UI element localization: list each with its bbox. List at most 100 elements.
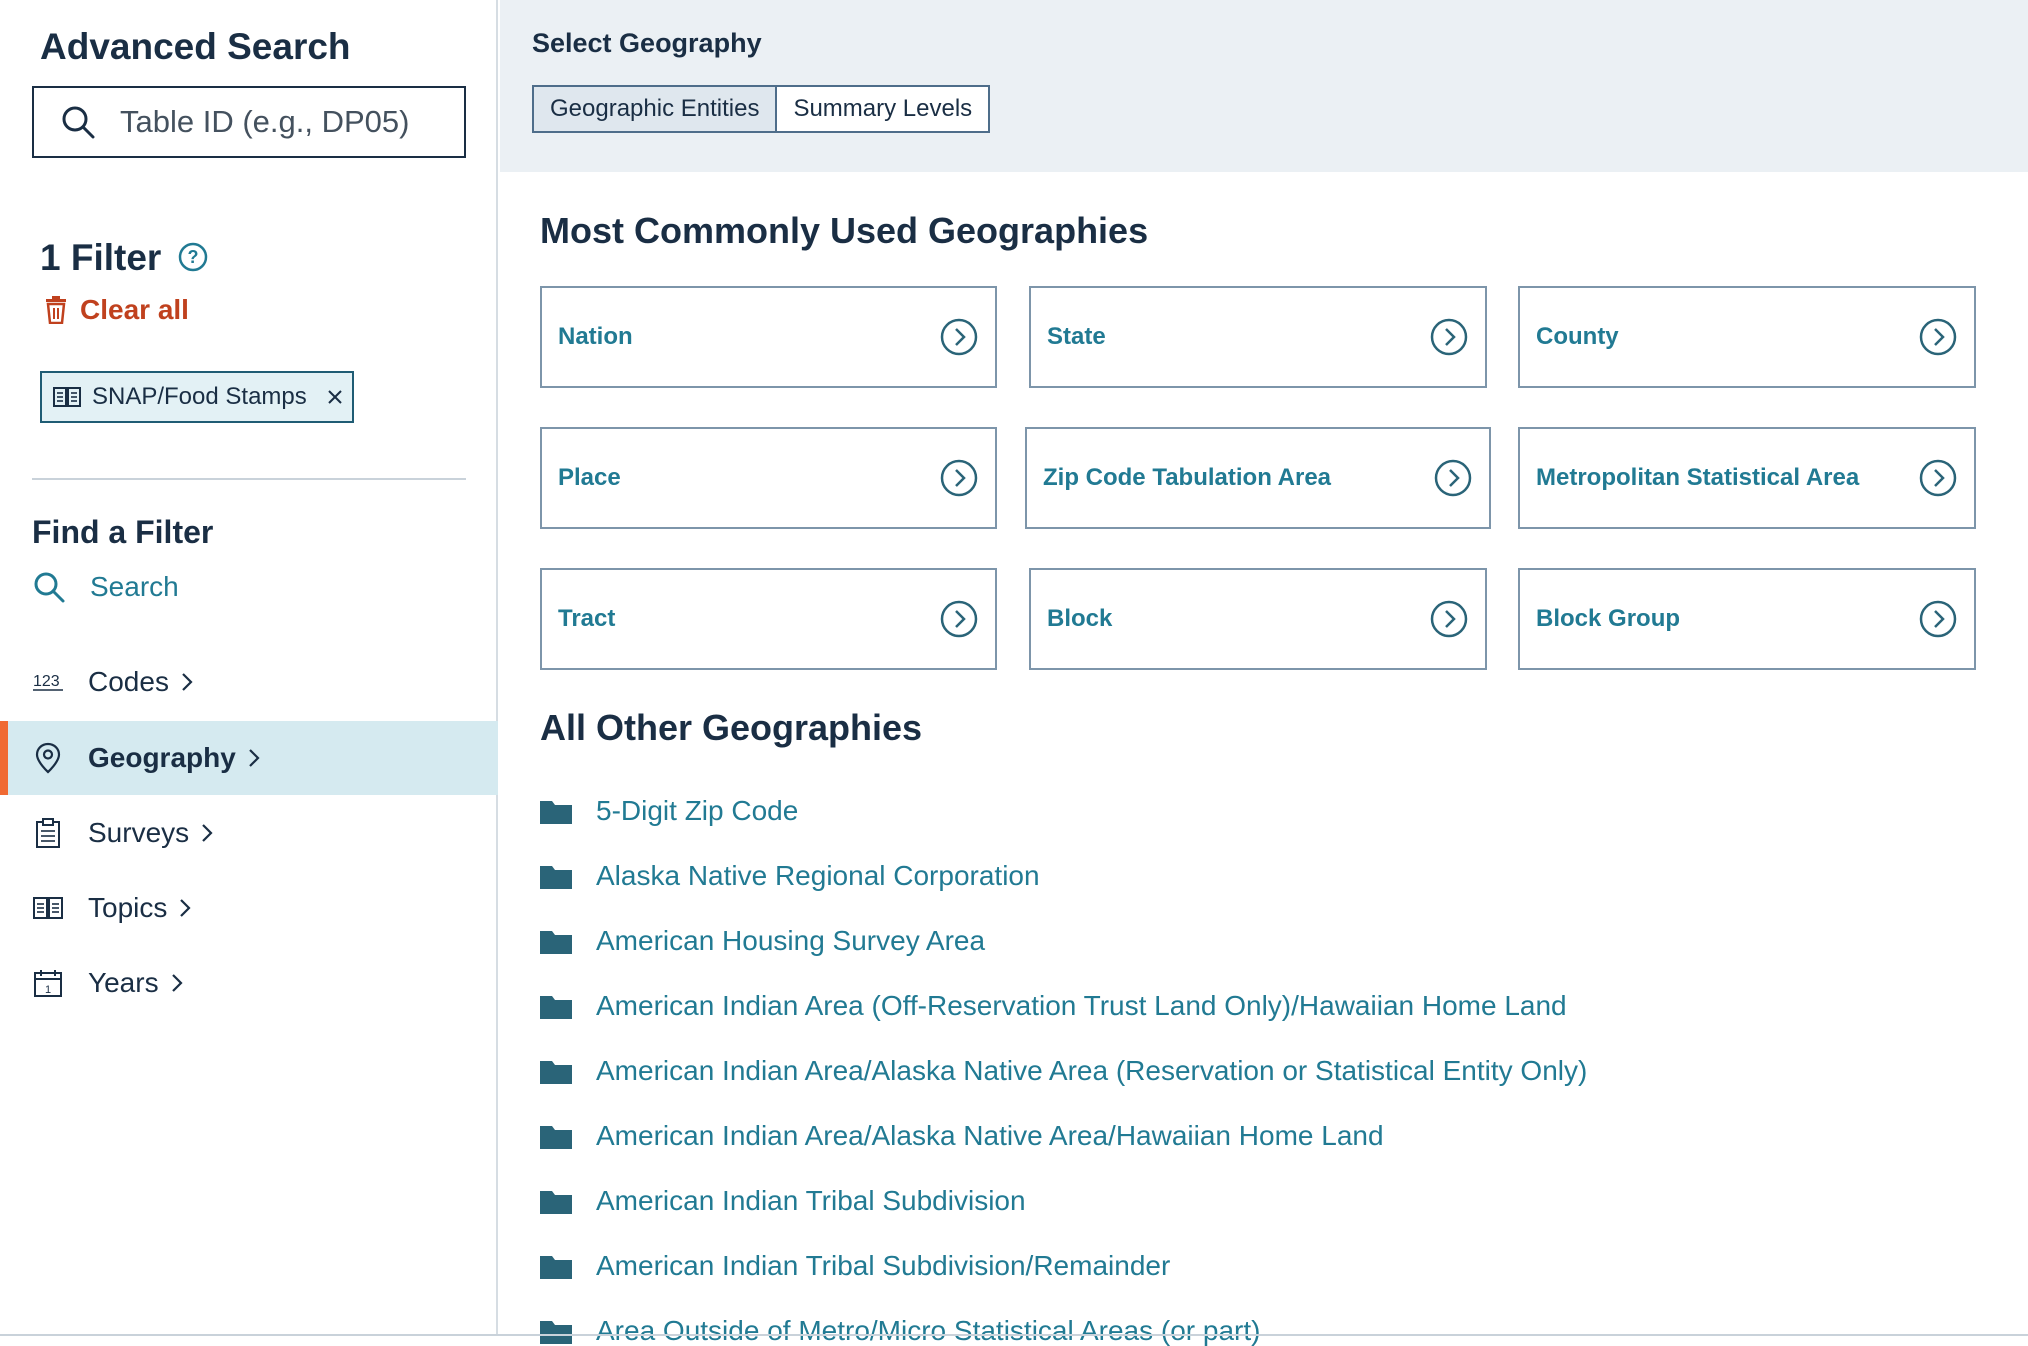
map-pin-icon: [32, 742, 64, 774]
geo-card-state[interactable]: State: [1029, 286, 1487, 388]
advanced-search-title: Advanced Search: [40, 26, 351, 67]
clipboard-icon: [32, 817, 64, 849]
folder-icon: [540, 1320, 572, 1344]
other-geographies-list: 5-Digit Zip Code Alaska Native Regional …: [540, 778, 1587, 1346]
geo-card-block-group[interactable]: Block Group: [1518, 568, 1976, 670]
geo-card-place[interactable]: Place: [540, 427, 997, 529]
remove-filter-button[interactable]: [327, 389, 343, 405]
clear-all-button[interactable]: Clear all: [44, 294, 189, 326]
geo-card-zcta[interactable]: Zip Code Tabulation Area: [1025, 427, 1491, 529]
sidebar-item-geography[interactable]: Geography: [0, 721, 498, 795]
clear-all-label: Clear all: [80, 294, 189, 325]
filter-count-label: 1 Filter: [40, 237, 162, 278]
list-item[interactable]: American Indian Area/Alaska Native Area/…: [540, 1103, 1587, 1168]
geo-card-label: Block: [1047, 605, 1113, 632]
table-id-search-box[interactable]: [32, 86, 466, 158]
list-item[interactable]: American Housing Survey Area: [540, 908, 1587, 973]
main-content: Select Geography Geographic Entities Sum…: [500, 0, 2028, 1346]
chevron-right-icon: [182, 673, 193, 691]
find-filter-search-link[interactable]: Search: [32, 570, 179, 604]
table-id-search-input[interactable]: [120, 104, 440, 140]
chevron-circle-right-icon: [940, 459, 978, 497]
sidebar-item-topics[interactable]: Topics: [0, 871, 498, 945]
folder-icon: [540, 865, 572, 889]
geo-card-block[interactable]: Block: [1029, 568, 1487, 670]
chevron-circle-right-icon: [1430, 600, 1468, 638]
codes-123-icon: 123: [32, 666, 64, 698]
sidebar: Advanced Search 1 Filter ? Clear all: [0, 0, 498, 1336]
search-icon: [34, 572, 65, 603]
geo-card-label: County: [1536, 323, 1619, 350]
geo-card-label: Tract: [558, 605, 616, 632]
filter-count-heading: 1 Filter ?: [40, 234, 209, 282]
geo-card-label: State: [1047, 323, 1106, 350]
chevron-circle-right-icon: [940, 600, 978, 638]
svg-text:123: 123: [33, 673, 60, 690]
geo-card-metro-area[interactable]: Metropolitan Statistical Area: [1518, 427, 1976, 529]
svg-text:?: ?: [188, 247, 199, 267]
list-item-label: American Indian Tribal Subdivision: [596, 1184, 1026, 1216]
folder-icon: [540, 1190, 572, 1214]
list-item-label: Alaska Native Regional Corporation: [596, 859, 1040, 891]
folder-icon: [540, 1125, 572, 1149]
book-icon: [32, 892, 64, 924]
book-icon: [53, 387, 81, 407]
select-geography-bar: Select Geography Geographic Entities Sum…: [500, 0, 2028, 172]
chevron-right-icon: [202, 824, 213, 842]
chevron-circle-right-icon: [1919, 600, 1957, 638]
geo-card-label: Zip Code Tabulation Area: [1043, 464, 1332, 491]
folder-icon: [540, 800, 572, 824]
select-geography-title: Select Geography: [532, 28, 762, 58]
geo-card-county[interactable]: County: [1518, 286, 1976, 388]
chevron-circle-right-icon: [1434, 459, 1472, 497]
sidebar-item-label: Topics: [88, 892, 168, 923]
list-item[interactable]: American Indian Area/Alaska Native Area …: [540, 1038, 1587, 1103]
chevron-circle-right-icon: [940, 318, 978, 356]
list-item-label: American Indian Tribal Subdivision/Remai…: [596, 1249, 1171, 1281]
sidebar-divider: [32, 478, 466, 480]
geo-card-tract[interactable]: Tract: [540, 568, 997, 670]
filter-chip-snap: SNAP/Food Stamps: [40, 371, 354, 423]
folder-icon: [540, 1255, 572, 1279]
bottom-border: [0, 1334, 2028, 1336]
sidebar-item-surveys[interactable]: Surveys: [0, 796, 498, 870]
list-item-label: 5-Digit Zip Code: [596, 794, 799, 826]
search-icon: [62, 106, 95, 139]
geo-card-nation[interactable]: Nation: [540, 286, 997, 388]
chevron-circle-right-icon: [1430, 318, 1468, 356]
sidebar-item-label: Surveys: [88, 817, 190, 848]
sidebar-item-codes[interactable]: 123 Codes: [0, 645, 498, 719]
chevron-right-icon: [171, 974, 183, 992]
chevron-circle-right-icon: [1919, 459, 1957, 497]
sidebar-item-label: Geography: [88, 742, 236, 773]
list-item[interactable]: Area Outside of Metro/Micro Statistical …: [540, 1298, 1587, 1346]
tab-geographic-entities[interactable]: Geographic Entities: [532, 85, 778, 133]
sidebar-item-label: Years: [88, 967, 159, 998]
geo-card-label: Metropolitan Statistical Area: [1536, 464, 1860, 491]
folder-icon: [540, 995, 572, 1019]
list-item-label: American Indian Area/Alaska Native Area/…: [596, 1119, 1384, 1151]
filter-chip-label: SNAP/Food Stamps: [92, 383, 307, 410]
geography-tabs: Geographic Entities Summary Levels: [532, 85, 991, 133]
list-item-label: American Indian Area (Off-Reservation Tr…: [596, 989, 1567, 1021]
help-icon[interactable]: ?: [177, 240, 209, 282]
chevron-right-icon: [180, 899, 191, 917]
tab-summary-levels[interactable]: Summary Levels: [777, 85, 991, 133]
svg-text:1: 1: [45, 984, 51, 996]
list-item-label: American Housing Survey Area: [596, 924, 986, 956]
list-item[interactable]: 5-Digit Zip Code: [540, 778, 1587, 843]
folder-icon: [540, 1060, 572, 1084]
close-icon: [328, 390, 342, 404]
all-other-heading: All Other Geographies: [540, 707, 923, 748]
list-item[interactable]: American Indian Area (Off-Reservation Tr…: [540, 973, 1587, 1038]
find-filter-search-label: Search: [90, 571, 179, 602]
sidebar-item-label: Codes: [88, 666, 169, 697]
calendar-icon: 1: [32, 967, 64, 999]
list-item-label: Area Outside of Metro/Micro Statistical …: [596, 1314, 1261, 1346]
trash-icon: [46, 296, 66, 324]
list-item[interactable]: Alaska Native Regional Corporation: [540, 843, 1587, 908]
list-item[interactable]: American Indian Tribal Subdivision: [540, 1168, 1587, 1233]
geo-card-label: Nation: [558, 323, 633, 350]
sidebar-item-years[interactable]: 1 Years: [0, 946, 498, 1020]
list-item[interactable]: American Indian Tribal Subdivision/Remai…: [540, 1233, 1587, 1298]
